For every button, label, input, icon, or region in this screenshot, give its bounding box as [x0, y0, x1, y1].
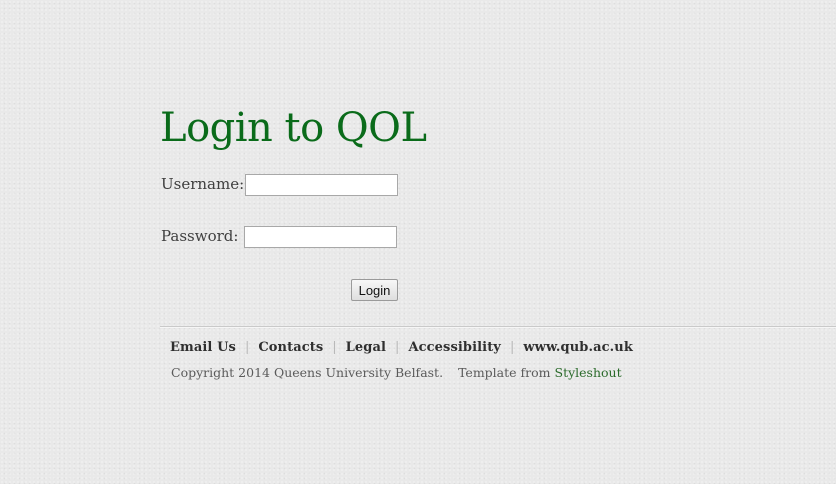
- footer-link-accessibility[interactable]: Accessibility: [408, 340, 501, 355]
- footer-divider: [160, 326, 836, 328]
- styleshout-link[interactable]: Styleshout: [555, 365, 622, 380]
- page-title: Login to QOL: [160, 105, 427, 151]
- footer-separator: |: [332, 340, 337, 355]
- footer-link-email-us[interactable]: Email Us: [170, 340, 236, 355]
- login-button[interactable]: Login: [351, 279, 398, 301]
- footer-link-contacts[interactable]: Contacts: [258, 340, 323, 355]
- password-input[interactable]: [244, 226, 397, 248]
- footer-copyright: Copyright 2014 Queens University Belfast…: [171, 364, 622, 382]
- copyright-text: Copyright 2014 Queens University Belfast…: [171, 365, 444, 380]
- footer-link-qub[interactable]: www.qub.ac.uk: [523, 340, 633, 355]
- footer-separator: |: [509, 340, 515, 355]
- username-label: Username:: [161, 175, 245, 193]
- footer-separator: |: [395, 340, 400, 355]
- template-credit-prefix: Template from: [458, 365, 551, 380]
- username-input[interactable]: [245, 174, 398, 196]
- footer-separator: |: [244, 340, 250, 355]
- footer-nav: Email Us | Contacts | Legal | Accessibility | ww…: [170, 339, 633, 357]
- password-label: Password:: [161, 227, 239, 245]
- footer-link-legal[interactable]: Legal: [346, 340, 386, 355]
